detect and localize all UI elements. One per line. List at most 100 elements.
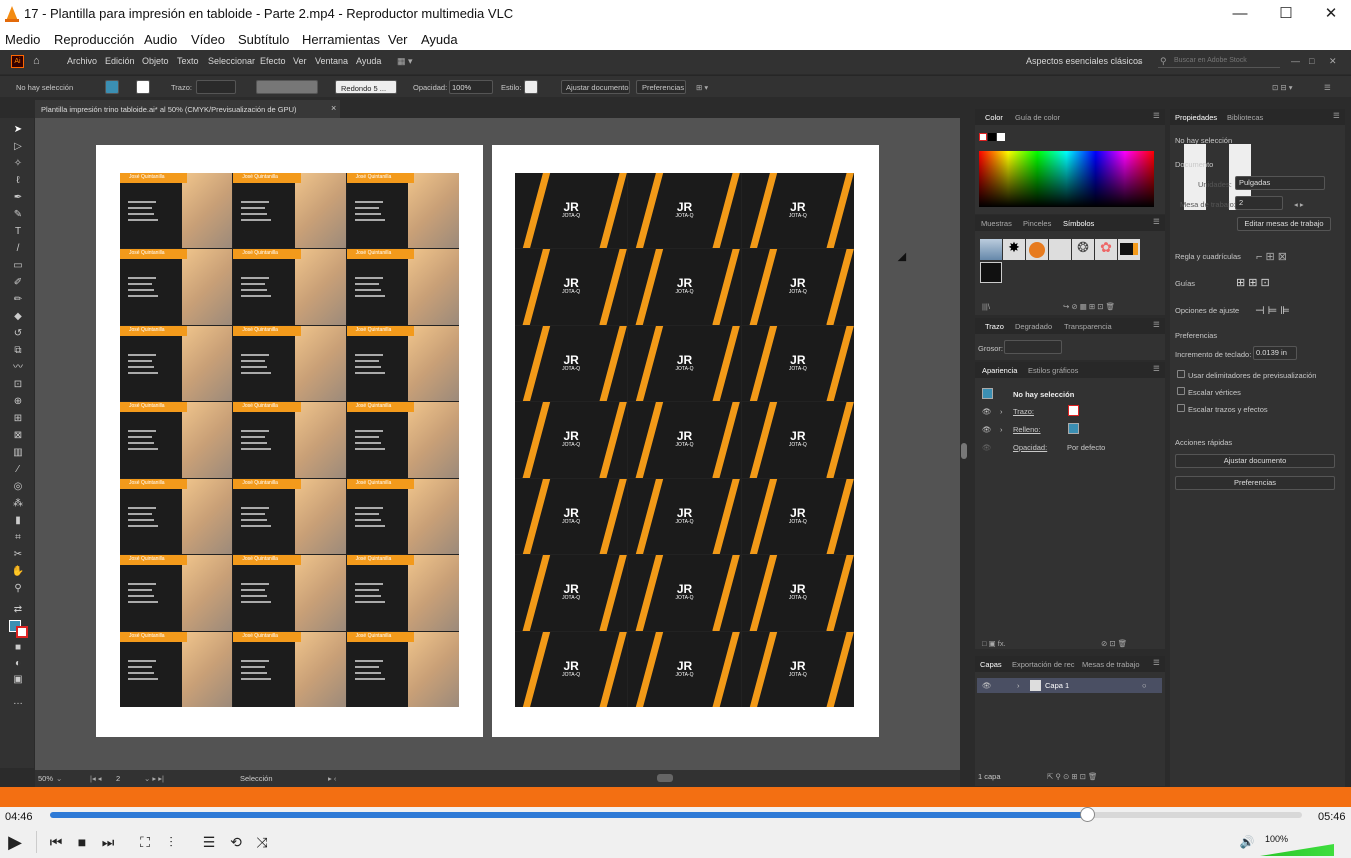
symbol-flower-icon[interactable]: ✿ [1095, 239, 1117, 260]
eye-icon[interactable]: 👁 [982, 425, 992, 434]
canvas[interactable]: José Quintanilla José Quintanilla José Qui… [35, 118, 967, 770]
tab-gradient[interactable]: Degradado [1015, 322, 1052, 331]
black-swatch[interactable] [988, 133, 996, 141]
swap-colors-icon[interactable]: ⇄ [11, 604, 25, 616]
layer-row[interactable]: 👁 › Capa 1 ○ [977, 678, 1162, 693]
minimize-button[interactable]: — [1217, 0, 1263, 29]
stop-button[interactable]: ■ [71, 831, 93, 853]
symbol-banner-icon[interactable] [1118, 239, 1140, 260]
arrange-icon[interactable]: ▦ ▾ [397, 56, 413, 67]
volume-slider[interactable] [1260, 836, 1334, 856]
lasso-tool-icon[interactable]: ℓ [11, 175, 25, 187]
appearance-panel-menu-icon[interactable]: ☰ [1153, 364, 1160, 373]
home-icon[interactable]: ⌂ [33, 55, 40, 67]
hand-tool-icon[interactable]: ✋ [11, 566, 25, 578]
symbol-actions-icon[interactable]: ↪ ⊘ ▦ ⊞ ⊡ 🗑 [1063, 302, 1115, 311]
edit-artboards-button[interactable]: Editar mesas de trabajo [1237, 217, 1331, 231]
stroke-weight-input[interactable] [196, 80, 236, 94]
gradient-tool-icon[interactable]: ▥ [11, 447, 25, 459]
target-icon[interactable]: ○ [1142, 681, 1147, 690]
more-tools-icon[interactable]: … [11, 696, 25, 708]
quick-fit-document-button[interactable]: Ajustar documento [1175, 454, 1335, 468]
free-transform-tool-icon[interactable]: ⊡ [11, 379, 25, 391]
eyedropper-tool-icon[interactable]: ⁄ [11, 464, 25, 476]
status-arrow-icon[interactable]: ▸ ‹ [328, 774, 336, 783]
symbol-library-icon[interactable]: |||\ [982, 302, 990, 311]
tab-color[interactable]: Color [985, 113, 1003, 122]
zoom-level[interactable]: 50% [38, 774, 53, 783]
layers-panel-menu-icon[interactable]: ☰ [1153, 658, 1160, 667]
ai-menu-objeto[interactable]: Objeto [142, 56, 169, 66]
color-panel-menu-icon[interactable]: ☰ [1153, 111, 1160, 120]
ai-menu-edicion[interactable]: Edición [105, 56, 135, 66]
play-button[interactable]: ▶ [4, 831, 26, 853]
pen-tool-icon[interactable]: ✒ [11, 192, 25, 204]
eye-icon[interactable]: 👁 [982, 681, 992, 690]
symbols-panel-menu-icon[interactable]: ☰ [1153, 217, 1160, 226]
tab-asset-export[interactable]: Exportación de rec [1012, 660, 1075, 669]
tab-transparency[interactable]: Transparencia [1064, 322, 1112, 331]
direct-selection-tool-icon[interactable]: ▷ [11, 141, 25, 153]
shuffle-button[interactable]: ⤨ [251, 831, 273, 853]
zoom-tool-icon[interactable]: ⚲ [11, 583, 25, 595]
seek-handle[interactable] [1079, 807, 1095, 822]
menu-audio[interactable]: Audio [144, 32, 177, 47]
keyboard-increment-input[interactable]: 0.0139 in [1253, 346, 1297, 360]
properties-panel-menu-icon[interactable]: ☰ [1333, 111, 1340, 120]
expand-chevron-icon[interactable]: › [1000, 407, 1003, 416]
appearance-actions-icon[interactable]: □ ▣ fx. [982, 639, 1006, 648]
previous-button[interactable]: ⏮ [45, 831, 67, 853]
tab-graphic-styles[interactable]: Estilos gráficos [1028, 366, 1078, 375]
scale-tool-icon[interactable]: ⧉ [11, 345, 25, 357]
artboard-select[interactable]: 2 [1235, 196, 1283, 210]
scale-corners-checkbox[interactable] [1177, 387, 1185, 395]
stock-search[interactable]: ⚲ Buscar en Adobe Stock [1158, 55, 1280, 68]
style-swatch[interactable] [524, 80, 538, 94]
eye-icon[interactable]: 👁 [982, 443, 992, 452]
slice-tool-icon[interactable]: ✂ [11, 549, 25, 561]
loop-button[interactable]: ⟲ [225, 831, 247, 853]
first-artboard-icon[interactable]: |◂ ◂ [90, 774, 102, 783]
appearance-fill-swatch[interactable] [1068, 423, 1079, 434]
tab-color-guide[interactable]: Guía de color [1015, 113, 1060, 122]
ai-menu-ver[interactable]: Ver [293, 56, 307, 66]
tab-stroke[interactable]: Trazo [985, 322, 1004, 331]
document-tab[interactable]: Plantilla impresión trino tabloide.ai* a… [35, 100, 340, 118]
stroke-weight-field[interactable] [1004, 340, 1062, 354]
symbol-wave-icon[interactable] [980, 239, 1002, 260]
menu-medio[interactable]: Medio [5, 32, 40, 47]
shape-builder-tool-icon[interactable]: ⊕ [11, 396, 25, 408]
scale-strokes-checkbox[interactable] [1177, 404, 1185, 412]
rotate-tool-icon[interactable]: ↺ [11, 328, 25, 340]
column-graph-tool-icon[interactable]: ▮ [11, 515, 25, 527]
menu-subtitulo[interactable]: Subtítulo [238, 32, 289, 47]
fill-swatch[interactable] [105, 80, 119, 94]
menu-herramientas[interactable]: Herramientas [302, 32, 380, 47]
color-mode-icon[interactable]: ■ [11, 642, 25, 654]
video-frame[interactable]: Ai ⌂ Archivo Edición Objeto Texto Selecc… [0, 50, 1351, 787]
paintbrush-tool-icon[interactable]: ✐ [11, 277, 25, 289]
artboard-tool-icon[interactable]: ⌗ [11, 532, 25, 544]
menu-ver[interactable]: Ver [388, 32, 408, 47]
stroke-color-icon[interactable] [16, 626, 28, 638]
selection-tool-icon[interactable]: ➤ [11, 124, 25, 136]
symbol-ribbon-icon[interactable] [1049, 239, 1071, 260]
symbol-orange-icon[interactable] [1026, 239, 1048, 260]
menu-ayuda[interactable]: Ayuda [421, 32, 458, 47]
ai-maximize-icon[interactable]: □ [1309, 56, 1314, 66]
menu-reproduccion[interactable]: Reproducción [54, 32, 134, 47]
appearance-delete-icon[interactable]: ⊘ ⊡ 🗑 [1101, 639, 1127, 648]
ai-menu-efecto[interactable]: Efecto [260, 56, 286, 66]
next-artboard-icon[interactable]: ⌄ ▸ ▸| [144, 774, 164, 783]
artboard-number[interactable]: 2 [116, 774, 120, 783]
symbol-splat-icon[interactable]: ✸ [1003, 239, 1025, 260]
tab-layers[interactable]: Capas [980, 660, 1002, 669]
menu-video[interactable]: Vídeo [191, 32, 225, 47]
symbol-gear-icon[interactable]: ❂ [1072, 239, 1094, 260]
draw-mode-icon[interactable]: ◐ [11, 658, 25, 670]
tab-appearance[interactable]: Apariencia [982, 366, 1017, 375]
maximize-button[interactable]: ☐ [1263, 0, 1309, 29]
screen-mode-icon[interactable]: ▣ [11, 674, 25, 686]
fullscreen-button[interactable]: ⛶ [134, 831, 156, 853]
ai-close-icon[interactable]: ✕ [1329, 56, 1337, 67]
